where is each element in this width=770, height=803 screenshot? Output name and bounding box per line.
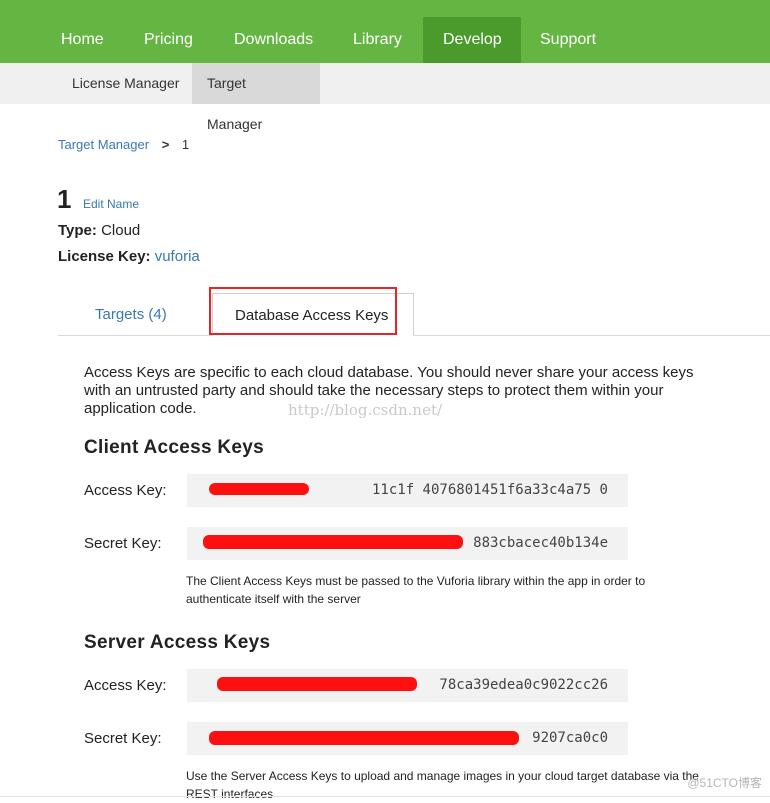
breadcrumb: Target Manager > 1: [58, 137, 189, 152]
corner-watermark: @51CTO博客: [687, 776, 762, 790]
client-secret-key-value: 883cbacec40b134e: [473, 535, 608, 551]
breadcrumb-current: 1: [181, 137, 190, 152]
redaction-mark: [217, 677, 417, 691]
redaction-mark: [209, 483, 309, 495]
nav-downloads[interactable]: Downloads: [214, 17, 333, 63]
database-name: 1: [57, 184, 72, 214]
server-secret-key-field[interactable]: 9207ca0c0: [187, 722, 628, 755]
breadcrumb-target-manager-link[interactable]: Target Manager: [58, 137, 149, 152]
tab-targets[interactable]: Targets (4): [95, 306, 167, 323]
breadcrumb-separator: >: [161, 137, 170, 152]
client-keys-note: The Client Access Keys must be passed to…: [186, 574, 646, 606]
page-bottom-divider: [0, 796, 770, 797]
client-access-key-field[interactable]: 11c1f 4076801451f6a33c4a75 0: [187, 474, 628, 507]
sub-navigation-bar: License Manager Target Manager: [0, 63, 770, 132]
subnav-license-manager[interactable]: License Manager: [57, 63, 194, 104]
server-access-key-value: 78ca39edea0c9022cc26: [439, 677, 608, 693]
subnav-target-manager[interactable]: Target Manager: [192, 63, 320, 132]
client-secret-key-label: Secret Key:: [84, 535, 162, 552]
server-secret-key-value: 9207ca0c0: [532, 730, 608, 746]
tab-divider: [58, 335, 770, 336]
nav-library[interactable]: Library: [333, 17, 422, 63]
nav-support[interactable]: Support: [520, 17, 616, 63]
nav-pricing[interactable]: Pricing: [124, 17, 213, 63]
blog-watermark: http://blog.csdn.net/: [288, 401, 443, 419]
edit-name-link[interactable]: Edit Name: [83, 197, 139, 211]
license-key-label: License Key:: [58, 248, 151, 265]
server-access-key-label: Access Key:: [84, 677, 167, 694]
server-access-key-field[interactable]: 78ca39edea0c9022cc26: [187, 669, 628, 702]
database-type: Type: Cloud: [58, 222, 140, 239]
database-license: License Key: vuforia: [58, 248, 200, 265]
redaction-mark: [203, 535, 463, 549]
tab-database-access-keys-label: Database Access Keys: [235, 307, 389, 324]
top-navigation-bar: Home Pricing Downloads Library Develop S…: [0, 0, 770, 63]
license-key-link[interactable]: vuforia: [155, 248, 200, 265]
tab-database-access-keys[interactable]: Database Access Keys: [212, 293, 414, 336]
client-access-key-label: Access Key:: [84, 482, 167, 499]
server-secret-key-label: Secret Key:: [84, 730, 162, 747]
client-access-keys-heading: Client Access Keys: [84, 437, 265, 458]
client-secret-key-field[interactable]: 883cbacec40b134e: [187, 527, 628, 560]
nav-develop[interactable]: Develop: [423, 17, 521, 63]
type-label: Type:: [58, 222, 97, 239]
redaction-mark: [209, 731, 519, 745]
client-access-key-value: 11c1f 4076801451f6a33c4a75 0: [371, 482, 608, 498]
type-value: Cloud: [101, 222, 141, 239]
server-access-keys-heading: Server Access Keys: [84, 632, 271, 653]
nav-home[interactable]: Home: [41, 17, 124, 63]
server-keys-note: Use the Server Access Keys to upload and…: [186, 769, 699, 801]
